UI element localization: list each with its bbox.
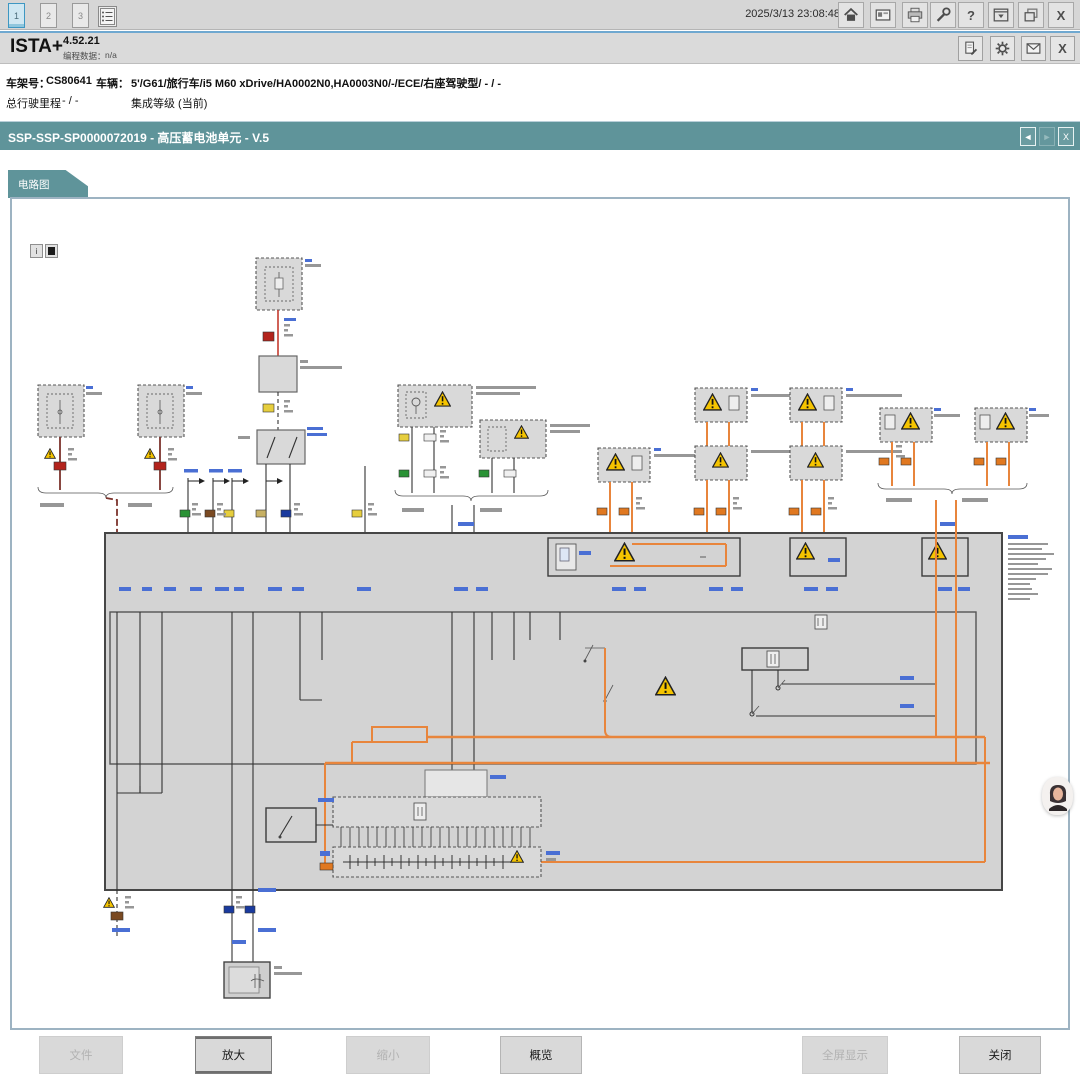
list-icon xyxy=(100,8,115,25)
session-list-button[interactable] xyxy=(98,6,117,27)
notes-button[interactable] xyxy=(958,36,983,61)
ista-application-window: 1 2 3 2025/3/13 23:08:48 xyxy=(0,0,1080,1080)
close-button[interactable]: 关闭 xyxy=(959,1036,1041,1074)
tools-button[interactable] xyxy=(930,2,956,28)
help-icon: ? xyxy=(967,8,975,23)
vehicle-label: 车辆： xyxy=(96,75,129,91)
datetime: 2025/3/13 23:08:48 xyxy=(745,8,840,20)
vehicle-value: 5'/G61/旅行车/i5 M60 xDrive/HA0002N0,HA0003… xyxy=(131,75,501,91)
footer-toolbar: 文件 放大 缩小 概览 全屏显示 关闭 xyxy=(0,1032,1080,1080)
vin-value: CS80641 xyxy=(46,75,92,87)
close-document-button[interactable]: X xyxy=(1058,127,1074,146)
diagram-info-button[interactable]: i xyxy=(30,244,43,258)
document-title: SSP-SSP-SP0000072019 - 高压蓄电池单元 - V.5 xyxy=(8,129,269,146)
avatar-face-icon xyxy=(1045,781,1071,811)
app-header-bar: ISTA+ 4.52.21 编程数据： n/a xyxy=(0,31,1080,64)
window-restore-icon xyxy=(1022,6,1040,24)
tab-label: 电路图 xyxy=(18,177,50,192)
circuit-diagram-panel xyxy=(10,197,1070,1030)
restore-window-button[interactable] xyxy=(1018,2,1044,28)
close-icon: X xyxy=(1057,8,1066,23)
overview-button[interactable]: 概览 xyxy=(500,1036,582,1074)
info-icon: i xyxy=(36,247,38,256)
integration-level-label: 集成等级 (当前) xyxy=(131,95,207,111)
tab-circuit-diagram[interactable]: 电路图 xyxy=(8,170,88,198)
mileage-label: 总行驶里程 xyxy=(6,95,61,111)
operations-button[interactable] xyxy=(870,2,896,28)
vehicle-info-area: 车架号： CS80641 车辆： 5'/G61/旅行车/i5 M60 xDriv… xyxy=(0,65,1080,121)
close-icon: X xyxy=(1063,132,1069,142)
file-button: 文件 xyxy=(39,1036,123,1074)
top-session-bar: 1 2 3 2025/3/13 23:08:48 xyxy=(0,0,1080,30)
diagram-legend-toggle-button[interactable] xyxy=(45,244,58,258)
programming-data-value: n/a xyxy=(105,50,117,60)
next-page-button: ► xyxy=(1039,127,1055,146)
app-logo: ISTA+ xyxy=(10,36,63,58)
fullscreen-button: 全屏显示 xyxy=(802,1036,888,1074)
close-icon: X xyxy=(1058,41,1067,56)
vin-label: 车架号： xyxy=(6,75,50,91)
mileage-value: - / - xyxy=(62,95,79,107)
programming-data-label: 编程数据： xyxy=(63,50,106,62)
settings-button[interactable] xyxy=(990,36,1015,61)
window-minimize-icon xyxy=(992,6,1010,24)
zoom-in-button[interactable]: 放大 xyxy=(195,1036,272,1074)
card-icon xyxy=(874,6,892,24)
prev-page-button[interactable]: ◄ xyxy=(1020,127,1036,146)
session-tab-1[interactable]: 1 xyxy=(8,3,25,28)
wrench-icon xyxy=(934,6,952,24)
mail-button[interactable] xyxy=(1021,36,1046,61)
session-tab-3[interactable]: 3 xyxy=(72,3,89,28)
next-icon: ► xyxy=(1043,132,1052,142)
prev-icon: ◄ xyxy=(1024,132,1033,142)
printer-icon xyxy=(906,6,924,24)
legend-square-icon xyxy=(48,247,55,255)
zoom-out-button: 缩小 xyxy=(346,1036,430,1074)
app-version: 4.52.21 xyxy=(63,35,100,47)
document-title-bar: SSP-SSP-SP0000072019 - 高压蓄电池单元 - V.5 ◄ ►… xyxy=(0,121,1080,150)
minimize-button[interactable] xyxy=(988,2,1014,28)
mail-icon xyxy=(1025,40,1042,57)
close-app-button[interactable]: X xyxy=(1050,36,1075,61)
print-button[interactable] xyxy=(902,2,928,28)
home-icon xyxy=(842,6,860,24)
document-edit-icon xyxy=(962,40,979,57)
assistant-avatar[interactable] xyxy=(1042,777,1073,815)
home-button[interactable] xyxy=(838,2,864,28)
close-window-button[interactable]: X xyxy=(1048,2,1074,28)
help-button[interactable]: ? xyxy=(958,2,984,28)
session-tab-2[interactable]: 2 xyxy=(40,3,57,28)
gear-icon xyxy=(994,40,1011,57)
